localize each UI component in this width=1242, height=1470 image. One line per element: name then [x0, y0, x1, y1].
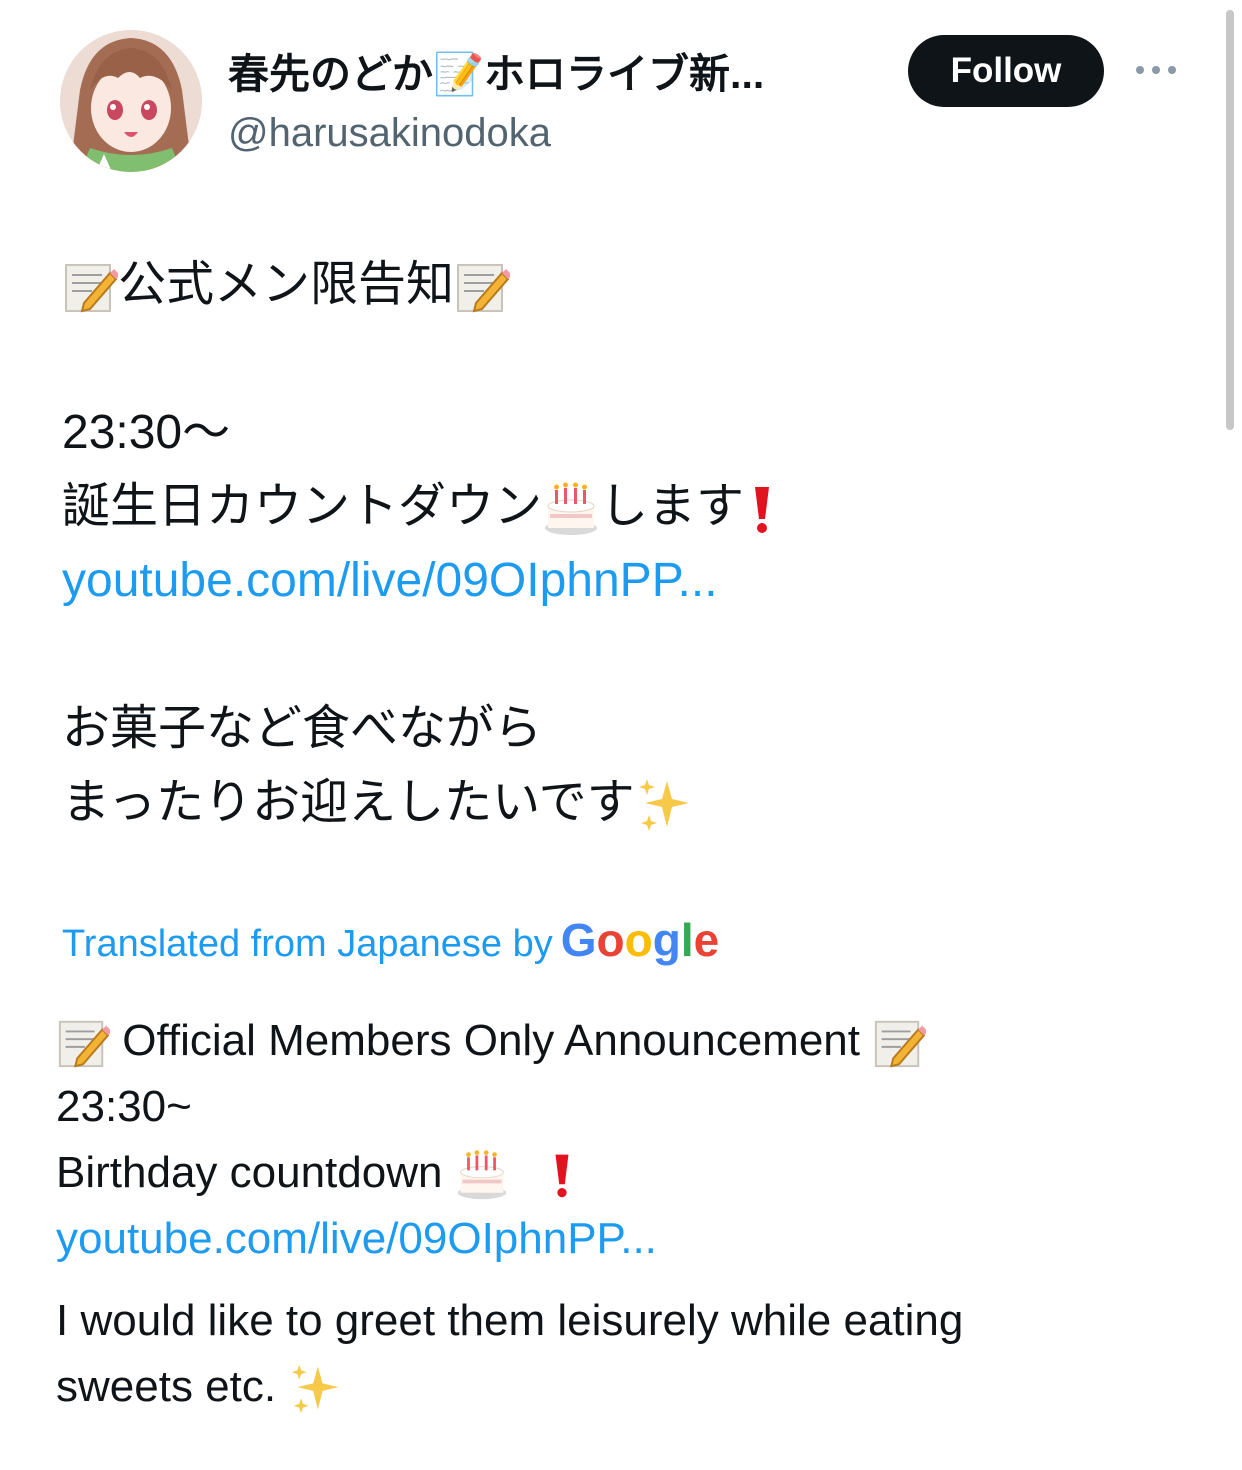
memo-icon	[62, 259, 118, 315]
sparkles-icon	[288, 1361, 344, 1417]
translation-line-announcement: Official Members Only Announcement	[56, 1008, 1176, 1074]
display-name[interactable]: 春先のどか📝ホロライブ新...	[228, 44, 868, 104]
tweet-line-countdown: 誕生日カウントダウン します	[62, 470, 1182, 544]
countdown-translation: Birthday countdown	[56, 1148, 443, 1197]
birthday-cake-icon	[542, 480, 600, 538]
time-text: 23:30～	[62, 406, 231, 459]
announcement-translation: Official Members Only Announcement	[122, 1016, 860, 1065]
translation-line-sweets: sweets etc.	[56, 1354, 1176, 1420]
sparkles-icon	[635, 775, 695, 835]
follow-button[interactable]: Follow	[908, 35, 1104, 107]
google-logo: Google	[560, 914, 720, 966]
exclamation-icon	[545, 1149, 579, 1201]
announcement-text: 公式メン限告知	[118, 258, 455, 311]
translated-label: Translated from Japanese by	[62, 923, 553, 965]
greet-text: まったりお迎えしたいです	[62, 776, 635, 829]
memo-icon	[872, 1016, 927, 1070]
greet-translation-line1: I would like to greet them leisurely whi…	[56, 1296, 964, 1345]
countdown-text: 誕生日カウントダウン	[62, 480, 543, 533]
user-handle[interactable]: @harusakinodoka	[228, 106, 551, 160]
translation-line-countdown: Birthday countdown	[56, 1140, 1176, 1206]
youtube-link[interactable]: youtube.com/live/09OIphnPP...	[62, 544, 1182, 618]
tweet-line-greet: まったりお迎えしたいです	[62, 766, 1182, 840]
exclamation-icon	[744, 481, 780, 537]
time-translation: 23:30~	[56, 1082, 192, 1131]
greet-translation-line2: sweets etc.	[56, 1362, 277, 1411]
countdown-suffix: します	[600, 480, 745, 533]
translated-by-google[interactable]: Translated from Japanese by Google	[62, 910, 719, 974]
birthday-cake-icon	[455, 1148, 509, 1202]
scrollbar[interactable]	[1226, 10, 1234, 430]
tweet-text-translation: Official Members Only Announcement 23:30…	[56, 1008, 1176, 1420]
more-horizontal-icon[interactable]	[1130, 52, 1182, 88]
sweets-text: お菓子など食べながら	[62, 702, 543, 755]
youtube-link-translation[interactable]: youtube.com/live/09OIphnPP...	[56, 1206, 1176, 1272]
tweet-text-japanese: 公式メン限告知 23:30～ 誕生日カウントダウン します youtube.co…	[62, 248, 1182, 840]
tweet-line-announcement: 公式メン限告知	[62, 248, 1182, 322]
memo-icon	[56, 1016, 110, 1070]
avatar[interactable]	[60, 30, 202, 172]
tweet-header: 春先のどか📝ホロライブ新... @harusakinodoka Follow	[0, 0, 1242, 200]
memo-icon	[454, 259, 511, 315]
